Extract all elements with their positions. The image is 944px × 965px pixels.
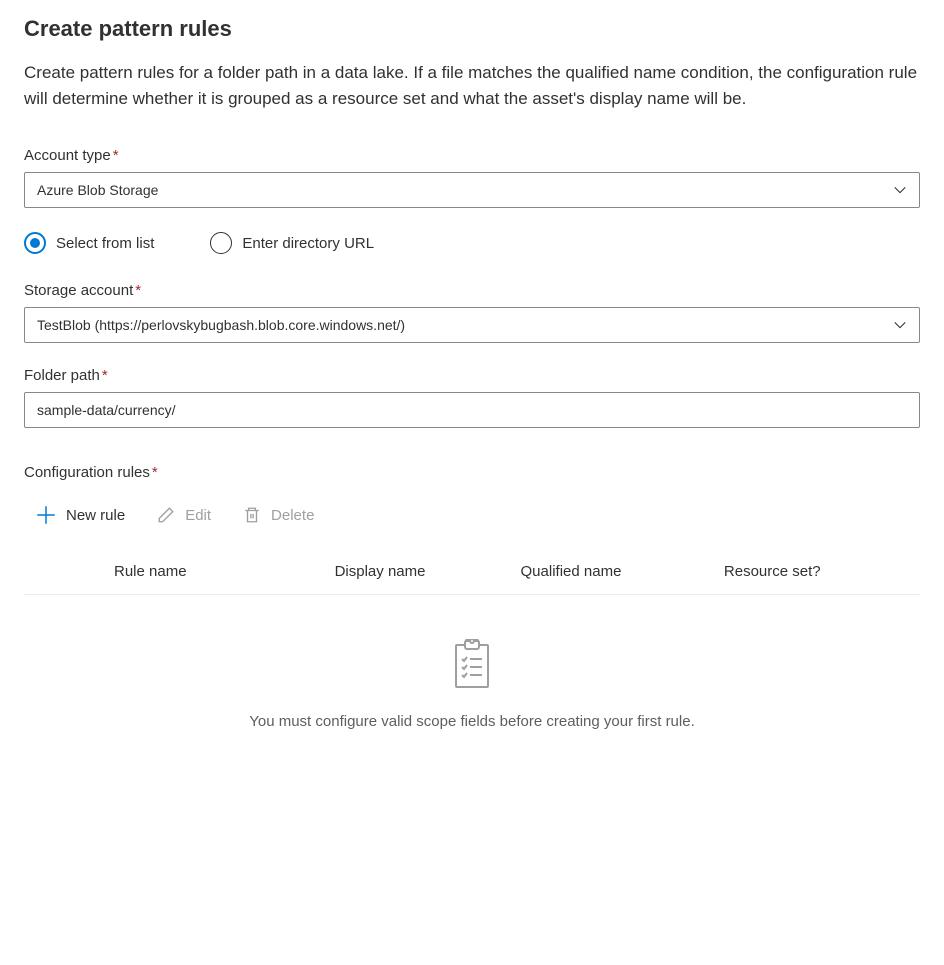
delete-button: Delete <box>239 501 318 529</box>
folder-path-label: Folder path* <box>24 367 920 384</box>
radio-enter-url[interactable]: Enter directory URL <box>210 232 374 254</box>
edit-label: Edit <box>185 507 211 524</box>
table-header-row: Rule name Display name Qualified name Re… <box>24 549 920 595</box>
new-rule-label: New rule <box>66 507 125 524</box>
source-mode-radio-group: Select from list Enter directory URL <box>24 232 920 254</box>
new-rule-button[interactable]: New rule <box>32 501 129 529</box>
account-type-value: Azure Blob Storage <box>37 182 158 198</box>
chevron-down-icon <box>893 183 907 197</box>
rules-toolbar: New rule Edit Delete <box>24 497 920 549</box>
radio-enter-url-label: Enter directory URL <box>242 235 374 252</box>
col-rule-name[interactable]: Rule name <box>24 549 335 595</box>
col-resource-set[interactable]: Resource set? <box>724 549 920 595</box>
edit-button: Edit <box>153 501 215 529</box>
empty-state-message: You must configure valid scope fields be… <box>24 713 920 730</box>
empty-state: You must configure valid scope fields be… <box>24 595 920 750</box>
rules-table: Rule name Display name Qualified name Re… <box>24 549 920 595</box>
delete-label: Delete <box>271 507 314 524</box>
trash-icon <box>243 506 261 524</box>
plus-icon <box>36 505 56 525</box>
radio-unselected-icon <box>210 232 232 254</box>
clipboard-icon <box>451 639 493 691</box>
folder-path-input[interactable] <box>24 392 920 428</box>
chevron-down-icon <box>893 318 907 332</box>
account-type-label: Account type* <box>24 147 920 164</box>
storage-account-select[interactable]: TestBlob (https://perlovskybugbash.blob.… <box>24 307 920 343</box>
page-description: Create pattern rules for a folder path i… <box>24 60 920 111</box>
col-display-name[interactable]: Display name <box>335 549 521 595</box>
radio-selected-icon <box>24 232 46 254</box>
account-type-select[interactable]: Azure Blob Storage <box>24 172 920 208</box>
page-title: Create pattern rules <box>24 16 920 42</box>
config-rules-heading: Configuration rules* <box>24 464 920 481</box>
radio-select-from-list-label: Select from list <box>56 235 154 252</box>
radio-select-from-list[interactable]: Select from list <box>24 232 154 254</box>
col-qualified-name[interactable]: Qualified name <box>521 549 724 595</box>
pencil-icon <box>157 506 175 524</box>
storage-account-label: Storage account* <box>24 282 920 299</box>
storage-account-value: TestBlob (https://perlovskybugbash.blob.… <box>37 317 405 333</box>
